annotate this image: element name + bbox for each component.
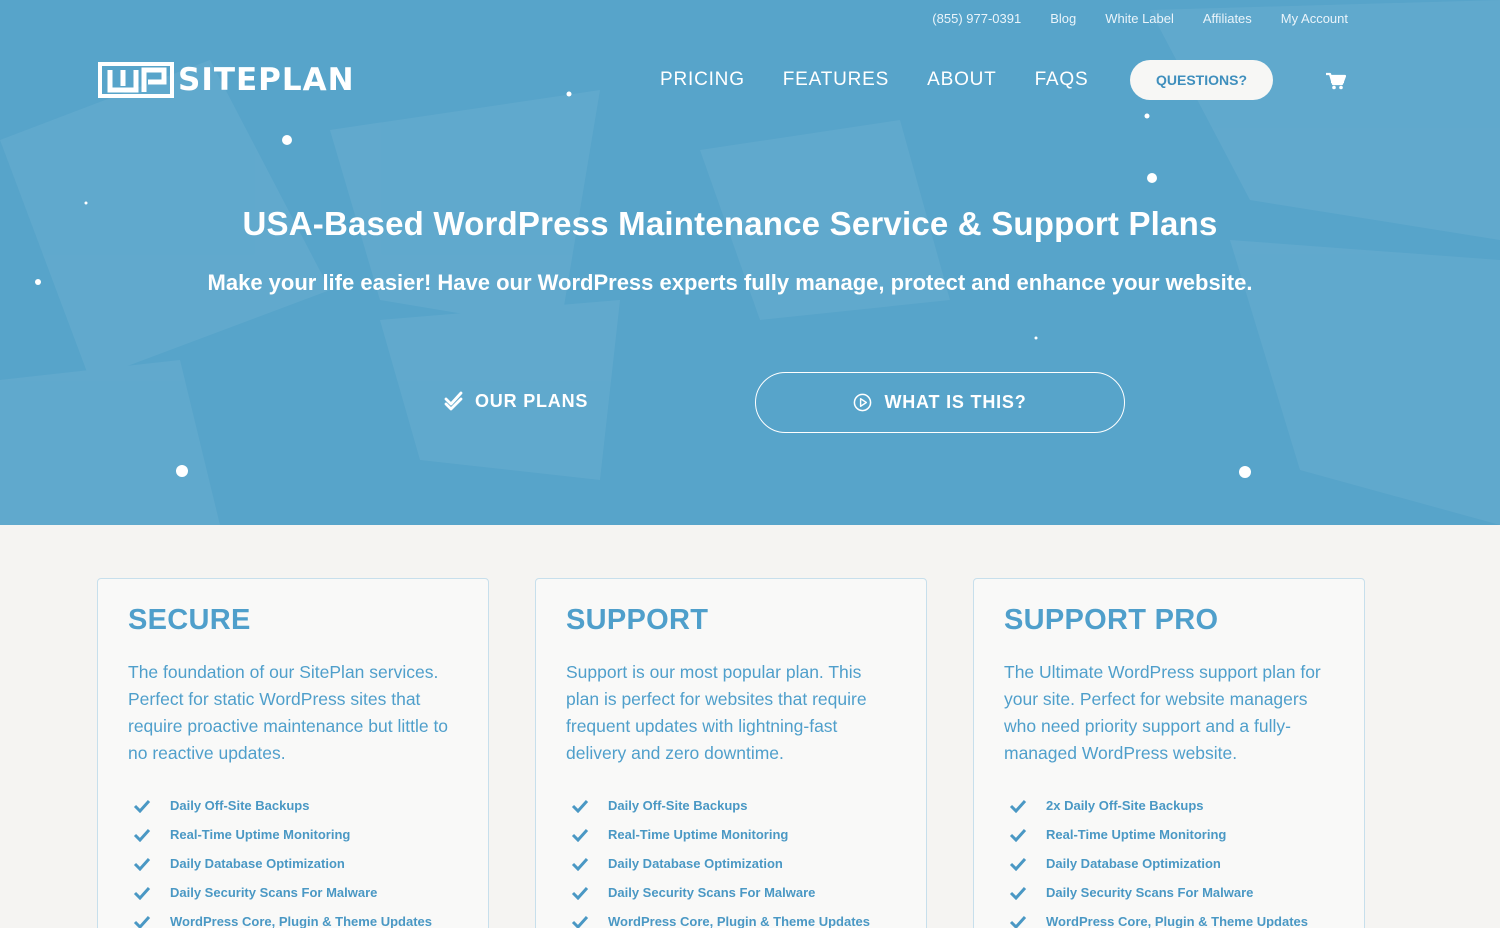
questions-button[interactable]: QUESTIONS? — [1130, 60, 1273, 100]
plan-features: Daily Off-Site Backups Real-Time Uptime … — [566, 791, 898, 928]
checkmark-icon — [571, 915, 589, 928]
feature-item: Daily Database Optimization — [566, 849, 898, 878]
feature-item: Real-Time Uptime Monitoring — [1004, 820, 1336, 849]
plan-features: 2x Daily Off-Site Backups Real-Time Upti… — [1004, 791, 1336, 928]
checkmark-icon — [1009, 828, 1027, 842]
plan-name: SECURE — [128, 604, 251, 636]
checkmark-icon — [133, 915, 151, 928]
plan-description: Support is our most popular plan. This p… — [566, 662, 867, 763]
checkmark-icon — [571, 857, 589, 871]
feature-item: WordPress Core, Plugin & Theme Updates — [1004, 907, 1336, 928]
feature-item: Daily Security Scans For Malware — [566, 878, 898, 907]
checkmark-icon — [571, 886, 589, 900]
plan-name: SUPPORT PRO — [1004, 604, 1219, 636]
siteplan-logo[interactable]: SITEPLAN — [98, 62, 355, 98]
our-plans-label: OUR PLANS — [475, 390, 589, 411]
checkmark-icon — [1009, 915, 1027, 928]
wp-logo-mark — [98, 62, 174, 98]
checkmark-icon — [1009, 799, 1027, 813]
hero-banner: (855) 977-0391 Blog White Label Affiliat… — [0, 0, 1500, 525]
feature-item: Real-Time Uptime Monitoring — [566, 820, 898, 849]
checkmark-icon — [133, 857, 151, 871]
feature-item: WordPress Core, Plugin & Theme Updates — [128, 907, 460, 928]
logo-wordmark: SITEPLAN — [178, 62, 355, 98]
utility-nav: (855) 977-0391 Blog White Label Affiliat… — [932, 11, 1348, 26]
feature-item: Daily Database Optimization — [128, 849, 460, 878]
checkmark-icon — [571, 799, 589, 813]
checkmark-icon — [1009, 886, 1027, 900]
plan-description: The foundation of our SitePlan services.… — [128, 662, 449, 763]
feature-item: WordPress Core, Plugin & Theme Updates — [566, 907, 898, 928]
feature-item: Daily Security Scans For Malware — [128, 878, 460, 907]
my-account-link[interactable]: My Account — [1281, 11, 1348, 26]
nav-faqs[interactable]: FAQS — [1035, 69, 1089, 91]
checkmark-icon — [1009, 857, 1027, 871]
plan-description: The Ultimate WordPress support plan for … — [1004, 662, 1321, 763]
nav-features[interactable]: FEATURES — [783, 69, 889, 91]
checkmark-icon — [133, 886, 151, 900]
check-double-icon — [444, 391, 463, 411]
plan-name: SUPPORT — [566, 604, 709, 636]
plan-card-secure: SECURE The foundation of our SitePlan se… — [97, 578, 489, 928]
checkmark-icon — [133, 799, 151, 813]
nav-about[interactable]: ABOUT — [927, 69, 996, 91]
cart-icon[interactable] — [1326, 72, 1346, 90]
plan-features: Daily Off-Site Backups Real-Time Uptime … — [128, 791, 460, 928]
plan-card-support-pro: SUPPORT PRO The Ultimate WordPress suppo… — [973, 578, 1365, 928]
checkmark-icon — [571, 828, 589, 842]
feature-item: 2x Daily Off-Site Backups — [1004, 791, 1336, 820]
hero-title: USA-Based WordPress Maintenance Service … — [242, 205, 1218, 242]
play-circle-icon — [854, 393, 872, 412]
white-label-link[interactable]: White Label — [1105, 11, 1174, 26]
what-is-this-label: WHAT IS THIS? — [884, 392, 1027, 412]
what-is-this-button[interactable]: WHAT IS THIS? — [755, 372, 1125, 433]
affiliates-link[interactable]: Affiliates — [1203, 11, 1252, 26]
nav-pricing[interactable]: PRICING — [660, 69, 745, 91]
main-nav: PRICING FEATURES ABOUT FAQS — [660, 69, 1088, 91]
plan-card-support: SUPPORT Support is our most popular plan… — [535, 578, 927, 928]
hero-subtitle: Make your life easier! Have our WordPres… — [207, 270, 1253, 295]
feature-item: Real-Time Uptime Monitoring — [128, 820, 460, 849]
feature-item: Daily Off-Site Backups — [128, 791, 460, 820]
feature-item: Daily Database Optimization — [1004, 849, 1336, 878]
checkmark-icon — [133, 828, 151, 842]
blog-link[interactable]: Blog — [1050, 11, 1076, 26]
phone-link[interactable]: (855) 977-0391 — [932, 11, 1021, 26]
feature-item: Daily Security Scans For Malware — [1004, 878, 1336, 907]
our-plans-button[interactable]: OUR PLANS — [444, 386, 588, 416]
feature-item: Daily Off-Site Backups — [566, 791, 898, 820]
